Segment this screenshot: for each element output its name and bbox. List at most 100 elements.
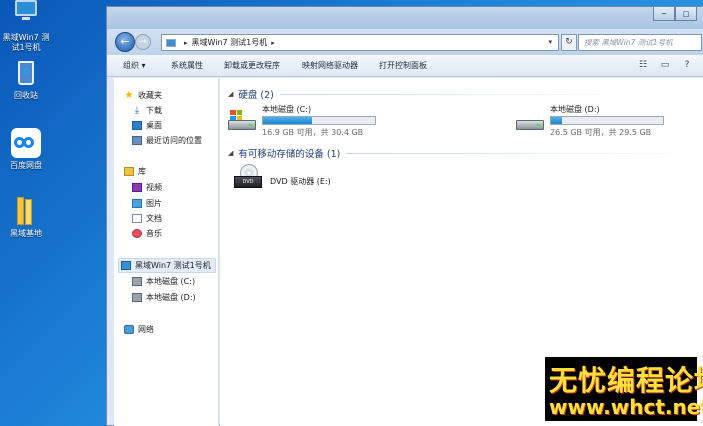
- breadcrumb-computer[interactable]: 黑域Win7 测试1号机: [192, 37, 268, 48]
- removable-storage-group-header[interactable]: ◢ 有可移动存储的设备 (1): [228, 146, 703, 160]
- drive-icon: [132, 277, 142, 286]
- hard-disk-group-header[interactable]: ◢ 硬盘 (2): [228, 87, 640, 101]
- music-icon: [132, 229, 142, 238]
- documents-icon: [132, 214, 142, 223]
- desktop-icon-computer[interactable]: 黑域Win7 测试1号机: [0, 0, 52, 53]
- desktop-icon-label: 百度网盘: [10, 161, 42, 170]
- desktop-icon: [132, 121, 142, 130]
- organize-button[interactable]: 组织 ▾: [123, 60, 146, 71]
- watermark-url: www.whct.net: [549, 395, 703, 419]
- system-properties-button[interactable]: 系统属性: [171, 60, 203, 71]
- drive-name: 本地磁盘 (C:): [262, 105, 312, 114]
- nav-label: 下载: [146, 106, 162, 115]
- nav-drive-c[interactable]: 本地磁盘 (C:): [132, 276, 195, 287]
- recent-places-icon: [132, 136, 142, 145]
- nav-label: 网络: [138, 325, 154, 334]
- nav-documents[interactable]: 文档: [132, 213, 162, 224]
- nav-label: 黑域Win7 测试1号机: [135, 261, 211, 270]
- nav-label: 本地磁盘 (D:): [146, 293, 196, 302]
- hard-drive-icon: [228, 110, 256, 132]
- desktop-icon-folder[interactable]: 黑域基地: [0, 196, 52, 239]
- forward-button[interactable]: →: [135, 34, 151, 50]
- group-title: 有可移动存储的设备 (1): [238, 149, 341, 160]
- window-controls: ─ □: [653, 7, 697, 21]
- library-icon: [124, 167, 134, 176]
- nav-downloads[interactable]: ⤓ 下载: [132, 105, 162, 116]
- nav-network[interactable]: 网络: [124, 324, 154, 335]
- nav-desktop[interactable]: 桌面: [132, 120, 162, 131]
- computer-icon: [166, 38, 176, 47]
- desktop-icon-label: 黑域Win7 测试1号机: [2, 33, 50, 52]
- drive-free-space: 16.9 GB 可用，共 30.4 GB: [262, 128, 364, 137]
- command-bar: 组织 ▾ 系统属性 卸载或更改程序 映射网络驱动器 打开控制面板 ☷ ▭ ?: [107, 55, 703, 77]
- drive-usage-bar: [550, 116, 664, 125]
- network-icon: [124, 325, 134, 334]
- dvd-drive-item[interactable]: DVD DVD 驱动器 (E:): [234, 164, 374, 198]
- preview-pane-icon[interactable]: ▭: [659, 59, 671, 71]
- back-button[interactable]: ←: [115, 32, 135, 52]
- star-icon: ★: [124, 90, 134, 101]
- nav-computer[interactable]: 黑域Win7 测试1号机: [118, 258, 216, 273]
- nav-label: 音乐: [146, 229, 162, 238]
- nav-pictures[interactable]: 图片: [132, 198, 162, 209]
- video-icon: [132, 183, 142, 192]
- nav-music[interactable]: 音乐: [132, 228, 162, 239]
- breadcrumb-separator[interactable]: ▸: [184, 39, 188, 47]
- nav-libraries[interactable]: 库: [124, 166, 146, 177]
- group-title: 硬盘 (2): [238, 90, 274, 101]
- nav-label: 图片: [146, 199, 162, 208]
- pictures-icon: [132, 199, 142, 208]
- hard-drive-icon: [516, 110, 544, 132]
- drive-usage-bar: [262, 116, 376, 125]
- breadcrumb-separator[interactable]: ▸: [271, 39, 275, 47]
- drive-usage-fill: [551, 117, 563, 124]
- nav-label: 视频: [146, 183, 162, 192]
- watermark: 无忧编程论坛 www.whct.net: [545, 357, 703, 421]
- nav-favorites[interactable]: ★ 收藏夹: [124, 90, 162, 101]
- drive-icon: [132, 293, 142, 302]
- computer-icon: [121, 261, 131, 270]
- refresh-button[interactable]: ↻: [561, 34, 577, 51]
- nav-recent-places[interactable]: 最近访问的位置: [132, 135, 202, 146]
- address-bar[interactable]: ▸ 黑域Win7 测试1号机 ▸ ▾: [161, 34, 559, 51]
- drive-free-space: 26.5 GB 可用，共 29.5 GB: [550, 128, 652, 137]
- uninstall-programs-button[interactable]: 卸载或更改程序: [224, 60, 280, 71]
- maximize-button[interactable]: □: [675, 7, 697, 21]
- baidu-netdisk-icon: [11, 128, 41, 158]
- desktop-icon-label: 回收站: [14, 91, 38, 100]
- navigation-pane: ★ 收藏夹 ⤓ 下载 桌面 最近访问的位置 库 视频 图片 文档 音乐 黑域Win7…: [114, 78, 219, 426]
- drive-name: DVD 驱动器 (E:): [270, 177, 331, 186]
- nav-drive-d[interactable]: 本地磁盘 (D:): [132, 292, 196, 303]
- map-network-drive-button[interactable]: 映射网络驱动器: [302, 60, 358, 71]
- view-options-icon[interactable]: ☷: [637, 59, 649, 71]
- collapse-triangle-icon: ◢: [228, 90, 234, 98]
- help-icon[interactable]: ?: [681, 59, 693, 71]
- back-arrow-icon: ←: [120, 35, 130, 48]
- nav-label: 桌面: [146, 121, 162, 130]
- nav-label: 文档: [146, 214, 162, 223]
- drive-c-item[interactable]: 本地磁盘 (C:) 16.9 GB 可用，共 30.4 GB: [228, 104, 388, 140]
- collapse-triangle-icon: ◢: [228, 149, 234, 157]
- desktop-icon-recycle-bin[interactable]: 回收站: [0, 58, 52, 101]
- title-bar[interactable]: ─ □: [107, 7, 703, 29]
- folder-icon: [11, 196, 41, 226]
- minimize-button[interactable]: ─: [653, 7, 675, 21]
- nav-label: 收藏夹: [138, 91, 162, 100]
- drive-d-item[interactable]: 本地磁盘 (D:) 26.5 GB 可用，共 29.5 GB: [516, 104, 676, 140]
- download-icon: ⤓: [134, 105, 140, 116]
- navigation-bar: ← → ▸ 黑域Win7 测试1号机 ▸ ▾ ↻ 搜索 黑域Win7 测试1号机: [107, 29, 703, 55]
- nav-videos[interactable]: 视频: [132, 182, 162, 193]
- nav-label: 本地磁盘 (C:): [146, 277, 196, 286]
- search-input[interactable]: 搜索 黑域Win7 测试1号机: [578, 34, 702, 51]
- open-control-panel-button[interactable]: 打开控制面板: [379, 60, 427, 71]
- drive-name: 本地磁盘 (D:): [550, 105, 600, 114]
- desktop-icon-label: 黑域基地: [10, 229, 42, 238]
- drive-usage-fill: [263, 117, 313, 124]
- address-dropdown-icon[interactable]: ▾: [548, 38, 552, 46]
- forward-arrow-icon: →: [139, 37, 147, 47]
- recycle-bin-icon: [11, 58, 41, 88]
- desktop-icon-baidu-netdisk[interactable]: 百度网盘: [0, 128, 52, 171]
- dvd-drive-icon: DVD: [234, 164, 262, 188]
- nav-label: 最近访问的位置: [146, 136, 202, 145]
- computer-icon: [11, 0, 41, 30]
